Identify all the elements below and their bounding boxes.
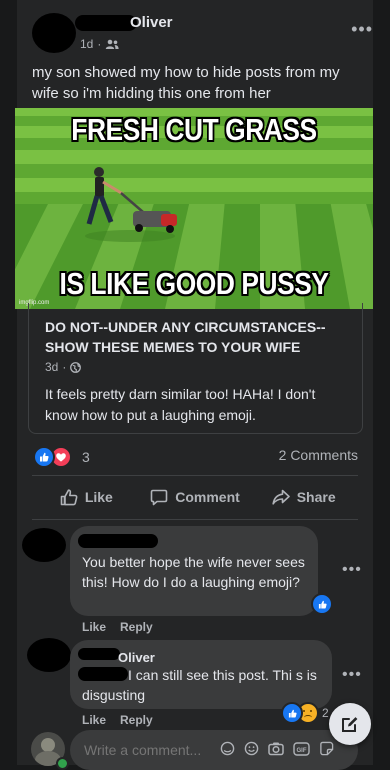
commenter-avatar-redacted[interactable] [27,638,71,672]
shared-post-title[interactable]: DO NOT--UNDER ANY CIRCUMSTANCES--SHOW TH… [45,317,350,357]
post-more-button[interactable]: ••• [351,19,373,40]
comment-button-label: Comment [175,489,240,505]
comment-bubble: You better hope the wife never sees this… [70,526,318,616]
reactions-summary[interactable]: 3 [33,446,90,468]
comment-actions: Like Reply [82,713,153,727]
comment-input[interactable] [82,741,226,759]
compose-fab-button[interactable] [329,703,371,745]
comment-bubble: Oliver I can still see this post. Thi s … [70,640,332,709]
share-button[interactable]: Share [249,478,358,516]
composer-icons: GIF [220,741,334,756]
gif-icon[interactable]: GIF [293,741,310,756]
commenter-name-redacted [78,648,120,660]
comment-like-link[interactable]: Like [82,620,106,634]
comment-like-link[interactable]: Like [82,713,106,727]
author-name-redacted [75,15,137,31]
comment-text: I can still see this post. Thi s is disg… [82,667,317,703]
comment-button[interactable]: Comment [141,478,250,516]
online-indicator [56,757,69,770]
shared-post[interactable]: DO NOT--UNDER ANY CIRCUMSTANCES--SHOW TH… [28,303,363,434]
camera-icon[interactable] [268,741,284,756]
share-button-label: Share [296,489,336,505]
avatar-sticker-icon[interactable] [220,741,235,756]
compose-icon [342,717,358,732]
divider-bottom [32,519,358,520]
shared-post-meta: 3d · [45,360,82,374]
comment-reply-link[interactable]: Reply [120,713,153,727]
shared-post-time[interactable]: 3d [45,360,58,374]
comment-composer[interactable]: GIF [70,730,358,770]
sticker-icon[interactable] [319,741,334,756]
comment-like-reaction-icon[interactable] [311,593,333,615]
reaction-count: 3 [82,449,90,465]
comment-like-reaction-icon [281,702,303,724]
meme-bottom-text: IS LIKE GOOD PUSSY [59,266,329,301]
like-button[interactable]: Like [32,478,141,516]
post-time[interactable]: 1d [80,37,93,51]
commenter-name-redacted [78,534,158,548]
comment-more-button[interactable]: ••• [342,666,362,684]
comment-actions: Like Reply [82,620,153,634]
comments-count-link[interactable]: 2 Comments [279,447,358,463]
commenter-avatar-redacted[interactable] [22,528,66,562]
emoji-icon[interactable] [244,741,259,756]
divider-top [32,475,358,476]
comment-reaction-count: 2 [322,706,329,720]
friends-icon [106,39,119,49]
like-button-label: Like [84,489,113,505]
svg-text:GIF: GIF [297,748,307,754]
meme-top-text: FRESH CUT GRASS [71,112,317,147]
meme-image[interactable]: FRESH CUT GRASS IS LIKE GOOD PUSSY imgfl… [15,108,373,309]
comment-reactions[interactable]: 2 [281,702,329,724]
post-text: my son showed my how to hide posts from … [32,64,340,102]
comment-text: You better hope the wife never sees this… [82,554,305,590]
like-reaction-icon [33,446,55,468]
comment-icon [150,489,168,505]
author-name[interactable]: Oliver [130,14,173,31]
share-arrow-icon [272,489,290,505]
shared-post-text: It feels pretty darn similar too! HAHa! … [45,386,316,423]
post-actions: Like Comment Share [32,478,358,516]
author-avatar-redacted[interactable] [32,13,76,53]
post-meta: 1d · [80,37,119,51]
comment-more-button[interactable]: ••• [342,561,362,579]
globe-icon [70,361,82,373]
comment-reply-link[interactable]: Reply [120,620,153,634]
thumbs-up-icon [60,488,78,505]
